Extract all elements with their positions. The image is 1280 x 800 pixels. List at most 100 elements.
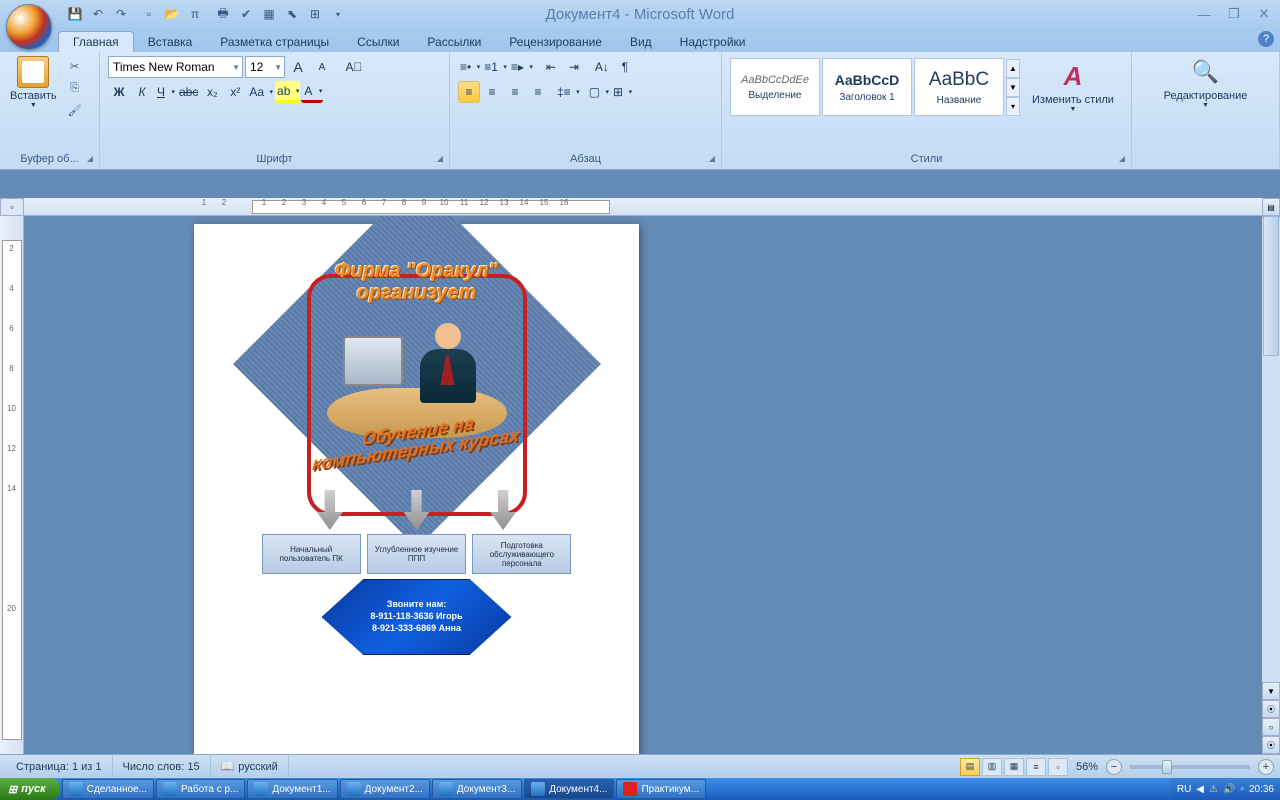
next-page-icon[interactable]: ⦿ (1262, 736, 1280, 754)
page-status[interactable]: Страница: 1 из 1 (6, 755, 113, 778)
change-styles-button[interactable]: A Изменить стили ▼ (1026, 58, 1120, 115)
line-spacing-button[interactable]: ‡≡ (555, 81, 581, 103)
style-item[interactable]: AaBbCcDdEeВыделение (730, 58, 820, 116)
align-left-button[interactable]: ≡ (458, 81, 480, 103)
quickprint-icon[interactable]: 🖶 (212, 3, 234, 25)
multilevel-button[interactable]: ≡▸ (509, 56, 534, 78)
taskbar-item[interactable]: Сделанное... (62, 779, 154, 799)
system-tray[interactable]: RU ◀ ⚠ 🔊 ▫ 20:36 (1171, 778, 1280, 800)
tab-mailings[interactable]: Рассылки (413, 32, 495, 52)
zoom-in-button[interactable]: + (1258, 759, 1274, 775)
tab-references[interactable]: Ссылки (343, 32, 413, 52)
paste-button[interactable]: Вставить ▼ (4, 54, 63, 111)
style-item[interactable]: AaBbCcDЗаголовок 1 (822, 58, 912, 116)
styles-gallery[interactable]: AaBbCcDdEeВыделение AaBbCcDЗаголовок 1 A… (730, 58, 1020, 116)
tab-insert[interactable]: Вставка (134, 32, 207, 52)
style-item[interactable]: AaBbCНазвание (914, 58, 1004, 116)
scroll-down-icon[interactable]: ▼ (1262, 682, 1280, 700)
print-layout-view-icon[interactable]: ▤ (960, 758, 980, 776)
cut-icon[interactable]: ✂ (65, 56, 85, 76)
proofing-status[interactable]: 📖русский (211, 755, 289, 778)
editing-button[interactable]: 🔍 Редактирование ▼ (1158, 54, 1254, 111)
taskbar-item[interactable]: Документ1... (247, 779, 337, 799)
copy-icon[interactable]: ⎘ (65, 78, 85, 98)
help-icon[interactable]: ? (1258, 31, 1274, 47)
clock[interactable]: 20:36 (1249, 784, 1274, 795)
grow-font-button[interactable]: A (287, 56, 309, 78)
taskbar-item[interactable]: Работа с р... (156, 779, 245, 799)
change-case-button[interactable]: Aa (247, 81, 274, 103)
equation-icon[interactable]: π (184, 3, 206, 25)
redo-icon[interactable]: ↷ (110, 3, 132, 25)
select-object-icon[interactable]: ⬉ (281, 3, 303, 25)
save-icon[interactable]: 💾 (64, 3, 86, 25)
italic-button[interactable]: К (131, 81, 153, 103)
reading-view-icon[interactable]: ▥ (982, 758, 1002, 776)
highlight-button[interactable]: ab (275, 81, 300, 103)
align-center-button[interactable]: ≡ (481, 81, 503, 103)
subscript-button[interactable]: x₂ (201, 81, 223, 103)
gallery-more-icon[interactable]: ▾ (1006, 97, 1020, 116)
tab-review[interactable]: Рецензирование (495, 32, 616, 52)
start-button[interactable]: ⊞пуск (0, 778, 60, 800)
browse-object-icon[interactable]: ○ (1262, 718, 1280, 736)
tray-icon[interactable]: ◀ (1196, 784, 1204, 795)
tab-layout[interactable]: Разметка страницы (206, 32, 343, 52)
vertical-ruler[interactable]: 246810121420 (0, 216, 24, 754)
gallery-down-icon[interactable]: ▼ (1006, 78, 1020, 97)
undo-icon[interactable]: ↶ (87, 3, 109, 25)
launcher-icon[interactable]: ◢ (437, 154, 443, 163)
document-page[interactable]: Фирма "Оракул"организует Обучение накомп… (194, 224, 639, 754)
format-painter-icon[interactable]: 🖌 (65, 100, 85, 120)
tab-addins[interactable]: Надстройки (666, 32, 760, 52)
launcher-icon[interactable]: ◢ (1119, 154, 1125, 163)
open-icon[interactable]: 📂 (161, 3, 183, 25)
word-count[interactable]: Число слов: 15 (113, 755, 211, 778)
document-area[interactable]: Фирма "Оракул"организует Обучение накомп… (24, 216, 1262, 754)
zoom-level[interactable]: 56% (1076, 761, 1098, 773)
tab-home[interactable]: Главная (58, 31, 134, 52)
tray-volume-icon[interactable]: 🔊 (1223, 784, 1235, 795)
shrink-font-button[interactable]: A (311, 56, 333, 78)
taskbar-item[interactable]: Практикум... (616, 779, 706, 799)
superscript-button[interactable]: x² (224, 81, 246, 103)
zoom-slider[interactable] (1130, 765, 1250, 769)
align-right-button[interactable]: ≡ (504, 81, 526, 103)
ruler-toggle-icon[interactable]: ▤ (1262, 198, 1280, 216)
qat-customize-icon[interactable]: ▾ (327, 3, 349, 25)
new-icon[interactable]: ▫ (138, 3, 160, 25)
font-color-button[interactable]: A (301, 81, 323, 103)
outline-view-icon[interactable]: ≡ (1026, 758, 1046, 776)
launcher-icon[interactable]: ◢ (87, 154, 93, 163)
horizontal-ruler[interactable]: 1212345678910111213141516 (24, 198, 1262, 216)
sort-button[interactable]: A↓ (591, 56, 613, 78)
strike-button[interactable]: abc (177, 81, 200, 103)
gallery-up-icon[interactable]: ▲ (1006, 59, 1020, 78)
numbering-button[interactable]: ≡1 (482, 56, 508, 78)
show-marks-button[interactable]: ¶ (614, 56, 636, 78)
office-button[interactable] (6, 4, 52, 50)
maximize-button[interactable]: ❐ (1222, 5, 1246, 23)
clear-format-button[interactable]: A⃠ (343, 56, 365, 78)
tab-view[interactable]: Вид (616, 32, 666, 52)
ruler-corner[interactable]: ▫ (0, 198, 24, 216)
tray-icon[interactable]: ▫ (1240, 784, 1244, 795)
tray-icon[interactable]: ⚠ (1209, 784, 1218, 795)
language-indicator[interactable]: RU (1177, 784, 1191, 795)
spellcheck-icon[interactable]: ✔ (235, 3, 257, 25)
vertical-scrollbar[interactable]: ▤ ▼ ⦿ ○ ⦿ (1262, 198, 1280, 754)
prev-page-icon[interactable]: ⦿ (1262, 700, 1280, 718)
indent-increase-button[interactable]: ⇥ (563, 56, 585, 78)
taskbar-item[interactable]: Документ3... (432, 779, 522, 799)
borders-button[interactable]: ⊞ (611, 81, 633, 103)
justify-button[interactable]: ≡ (527, 81, 549, 103)
zoom-out-button[interactable]: − (1106, 759, 1122, 775)
font-size-combo[interactable]: 12▼ (245, 56, 285, 78)
indent-decrease-button[interactable]: ⇤ (540, 56, 562, 78)
taskbar-item[interactable]: Документ4... (524, 779, 614, 799)
bold-button[interactable]: Ж (108, 81, 130, 103)
minimize-button[interactable]: — (1192, 5, 1216, 23)
underline-button[interactable]: Ч (154, 81, 176, 103)
scroll-thumb[interactable] (1263, 216, 1279, 356)
table-draw-icon[interactable]: ▦ (258, 3, 280, 25)
